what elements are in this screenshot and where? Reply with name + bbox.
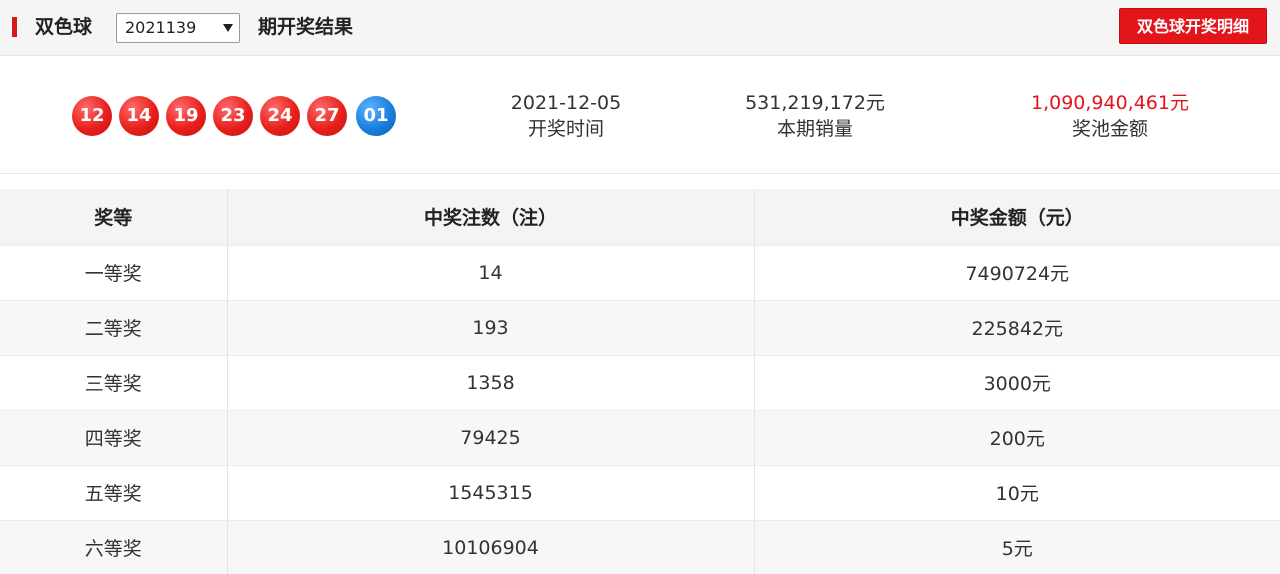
sales-amount: 531,219,172元 xyxy=(745,92,885,114)
winner-count: 1358 xyxy=(227,354,755,410)
column-header-prize-amount: 中奖金额（元） xyxy=(950,207,1084,230)
prize-level: 一等奖 xyxy=(0,244,228,300)
prize-table: 奖等 中奖注数（注） 中奖金额（元） 一等奖 14 7490724元 二等奖 1… xyxy=(0,189,1280,574)
blue-ball: 01 xyxy=(356,96,396,136)
prize-level: 二等奖 xyxy=(0,299,228,355)
issue-select[interactable]: 2021139 xyxy=(116,13,240,43)
prize-level: 五等奖 xyxy=(0,464,228,520)
pool-label: 奖池金额 xyxy=(1071,118,1148,140)
winner-count: 14 xyxy=(227,244,755,300)
red-ball: 12 xyxy=(72,96,112,136)
sales-stat: 531,219,172元 本期销量 xyxy=(715,91,915,143)
prize-amount: 5元 xyxy=(754,519,1280,574)
table-row: 二等奖 193 225842元 xyxy=(0,299,1280,355)
table-row: 一等奖 14 7490724元 xyxy=(0,244,1280,300)
prize-amount: 3000元 xyxy=(754,354,1280,410)
prize-amount: 225842元 xyxy=(754,299,1280,355)
red-ball: 19 xyxy=(166,96,206,136)
issue-select-value: 2021139 xyxy=(125,18,197,37)
winner-count: 10106904 xyxy=(227,519,755,574)
prize-level: 六等奖 xyxy=(0,519,228,574)
winner-count: 193 xyxy=(227,299,755,355)
prize-level: 三等奖 xyxy=(0,354,228,410)
red-ball: 24 xyxy=(260,96,300,136)
draw-summary: 12 14 19 23 24 27 01 2021-12-05 开奖时间 531… xyxy=(0,57,1280,174)
prize-level: 四等奖 xyxy=(0,409,228,465)
red-ball: 23 xyxy=(213,96,253,136)
table-row: 四等奖 79425 200元 xyxy=(0,409,1280,465)
chevron-down-icon xyxy=(223,24,233,32)
red-ball: 14 xyxy=(119,96,159,136)
draw-date-label: 开奖时间 xyxy=(527,118,604,140)
table-row: 五等奖 1545315 10元 xyxy=(0,464,1280,520)
results-header: 双色球 2021139 期开奖结果 双色球开奖明细 xyxy=(0,0,1280,56)
pool-stat: 1,090,940,461元 奖池金额 xyxy=(1010,91,1210,143)
draw-date-stat: 2021-12-05 开奖时间 xyxy=(486,91,646,143)
game-title: 双色球 xyxy=(35,16,93,38)
prize-amount: 10元 xyxy=(754,464,1280,520)
results-title-suffix: 期开奖结果 xyxy=(258,16,354,38)
red-ball: 27 xyxy=(307,96,347,136)
prize-amount: 200元 xyxy=(754,409,1280,465)
winner-count: 79425 xyxy=(227,409,755,465)
column-header-prize-level: 奖等 xyxy=(0,189,228,245)
table-row: 六等奖 10106904 5元 xyxy=(0,519,1280,574)
title-accent-bar xyxy=(12,17,17,37)
table-row: 三等奖 1358 3000元 xyxy=(0,354,1280,410)
draw-date: 2021-12-05 xyxy=(510,92,622,114)
prize-amount: 7490724元 xyxy=(754,244,1280,300)
draw-details-button[interactable]: 双色球开奖明细 xyxy=(1119,8,1267,44)
column-header-winner-count: 中奖注数（注） xyxy=(227,189,755,245)
sales-label: 本期销量 xyxy=(776,118,853,140)
winner-count: 1545315 xyxy=(227,464,755,520)
pool-amount: 1,090,940,461元 xyxy=(1030,92,1189,114)
table-header-row: 奖等 中奖注数（注） 中奖金额（元） xyxy=(0,189,1280,245)
